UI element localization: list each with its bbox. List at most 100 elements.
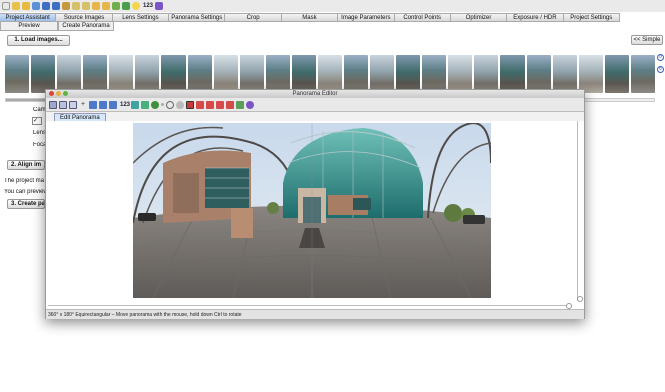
zoom-window-icon[interactable] (63, 91, 68, 96)
layout-icon[interactable] (236, 100, 245, 109)
new-project-icon[interactable] (2, 2, 10, 10)
preview-hint-text: You can preview (4, 189, 46, 195)
editor-title: Panorama Editor (292, 91, 338, 97)
thumbnail-image[interactable] (187, 55, 212, 93)
redo-icon[interactable] (52, 2, 60, 10)
editor-numbering-label[interactable]: 123 (120, 102, 130, 108)
editor-toolbar: + 123 (46, 98, 584, 112)
thumbnail-image[interactable] (5, 55, 30, 93)
camera-label: Cam (33, 107, 46, 113)
tab-exposure-hdr[interactable]: Exposure / HDR (507, 13, 564, 22)
thumbnail-image[interactable] (291, 55, 316, 93)
thumbnail-image[interactable] (344, 55, 369, 93)
next-icon[interactable] (102, 2, 110, 10)
panorama-preview-image[interactable] (133, 123, 491, 298)
preview-mode-icon[interactable] (59, 100, 67, 109)
lightbulb-icon[interactable] (132, 2, 140, 10)
subtab-create-panorama[interactable]: Create Panorama (58, 22, 114, 31)
fov-slider-knob[interactable] (577, 296, 583, 302)
thumbnail-image[interactable] (83, 55, 108, 93)
color-picker-icon[interactable] (141, 100, 150, 109)
thumbnail-image[interactable] (474, 55, 499, 93)
numbering-label[interactable]: 123 (143, 3, 153, 9)
thumbnail-image[interactable] (422, 55, 447, 93)
stretch-icon[interactable] (109, 100, 117, 109)
image-b-icon[interactable] (196, 100, 205, 109)
image-e-icon[interactable] (226, 100, 235, 109)
thumbnail-image[interactable] (578, 55, 603, 93)
fast-preview-icon[interactable] (49, 100, 57, 109)
thumbnail-image[interactable] (396, 55, 421, 93)
overview-icon[interactable] (246, 100, 255, 109)
preview-icon[interactable] (112, 2, 120, 10)
thumbnail-image[interactable] (161, 55, 186, 93)
thumbnail-image[interactable] (57, 55, 82, 93)
thumbnail-image[interactable] (239, 55, 264, 93)
checkbox-icon[interactable]: ✓ (32, 117, 42, 125)
thumbnail-image[interactable] (135, 55, 160, 93)
separator-dot-icon (161, 103, 165, 106)
tab-source-images[interactable]: Source Images (56, 13, 113, 22)
horizontal-slider[interactable] (48, 303, 573, 309)
overview-icon[interactable] (155, 2, 164, 10)
crosshair-icon[interactable]: + (79, 100, 87, 109)
identify-icon[interactable] (131, 100, 140, 109)
move-icon[interactable] (89, 100, 97, 109)
undo-icon[interactable] (42, 2, 50, 10)
thumbnail-image[interactable] (265, 55, 290, 93)
open-folder-icon[interactable] (12, 2, 20, 10)
panorama-svg (133, 123, 491, 298)
tab-project-settings[interactable]: Project Settings (563, 13, 620, 22)
main-toolbar: 123 (0, 0, 665, 12)
thumbnail-image[interactable] (109, 55, 134, 93)
tab-optimizer[interactable]: Optimizer (450, 13, 508, 22)
editor-title-bar: Panorama Editor (46, 90, 584, 98)
grid-icon[interactable] (69, 100, 77, 109)
zoom-icon[interactable] (166, 100, 175, 109)
tab-image-parameters[interactable]: Image Parameters (338, 13, 395, 22)
image-c-icon[interactable] (206, 100, 215, 109)
simple-mode-button[interactable]: << Simple (631, 35, 663, 45)
thumbnail-image[interactable] (448, 55, 473, 93)
save-icon[interactable] (22, 2, 30, 10)
tab-edit-panorama[interactable]: Edit Panorama (54, 113, 106, 121)
image-d-icon[interactable] (216, 100, 225, 109)
tab-panorama-settings[interactable]: Panorama Settings (169, 13, 226, 22)
thumbnail-image[interactable] (500, 55, 525, 93)
editor-tab-row: Edit Panorama (46, 112, 584, 121)
rotate-ccw-icon[interactable]: ↺ (657, 54, 664, 61)
add-images-icon[interactable] (32, 2, 40, 10)
minimize-icon[interactable] (56, 91, 61, 96)
thumbnail-image[interactable] (526, 55, 551, 93)
thumbnail-image[interactable] (604, 55, 629, 93)
drag-icon[interactable] (99, 100, 107, 109)
tab-project-assistant[interactable]: Project Assistant (0, 13, 57, 22)
thumbnail-image[interactable] (630, 55, 655, 93)
sub-tab-bar: Preview Create Panorama (0, 22, 114, 31)
thumbnail-image[interactable] (370, 55, 395, 93)
tab-control-points[interactable]: Control Points (394, 13, 451, 22)
zoom-fit-icon[interactable] (82, 2, 90, 10)
load-images-button[interactable]: 1. Load images... (7, 35, 70, 46)
vertical-scrollbar[interactable] (577, 121, 583, 302)
preview-canvas[interactable] (46, 121, 584, 309)
optimize-icon[interactable] (62, 2, 70, 10)
tab-mask[interactable]: Mask (281, 13, 339, 22)
create-panorama-button[interactable]: 3. Create pan (7, 199, 45, 209)
eye-icon[interactable] (176, 100, 185, 109)
close-icon[interactable] (49, 91, 54, 96)
image-a-icon[interactable] (186, 100, 195, 109)
previous-icon[interactable] (92, 2, 100, 10)
center-icon[interactable] (151, 100, 160, 109)
thumbnail-image[interactable] (552, 55, 577, 93)
align-button[interactable]: 2. Align im (7, 160, 45, 170)
tab-lens-settings[interactable]: Lens Settings (112, 13, 170, 22)
thumbnail-image[interactable] (213, 55, 238, 93)
rotate-cw-icon[interactable]: ↻ (657, 66, 664, 73)
tab-crop[interactable]: Crop (225, 13, 282, 22)
zoom-icon[interactable] (72, 2, 80, 10)
subtab-preview[interactable]: Preview (0, 22, 58, 31)
thumbnail-image[interactable] (31, 55, 56, 93)
thumbnail-image[interactable] (317, 55, 343, 93)
gl-preview-icon[interactable] (122, 2, 130, 10)
